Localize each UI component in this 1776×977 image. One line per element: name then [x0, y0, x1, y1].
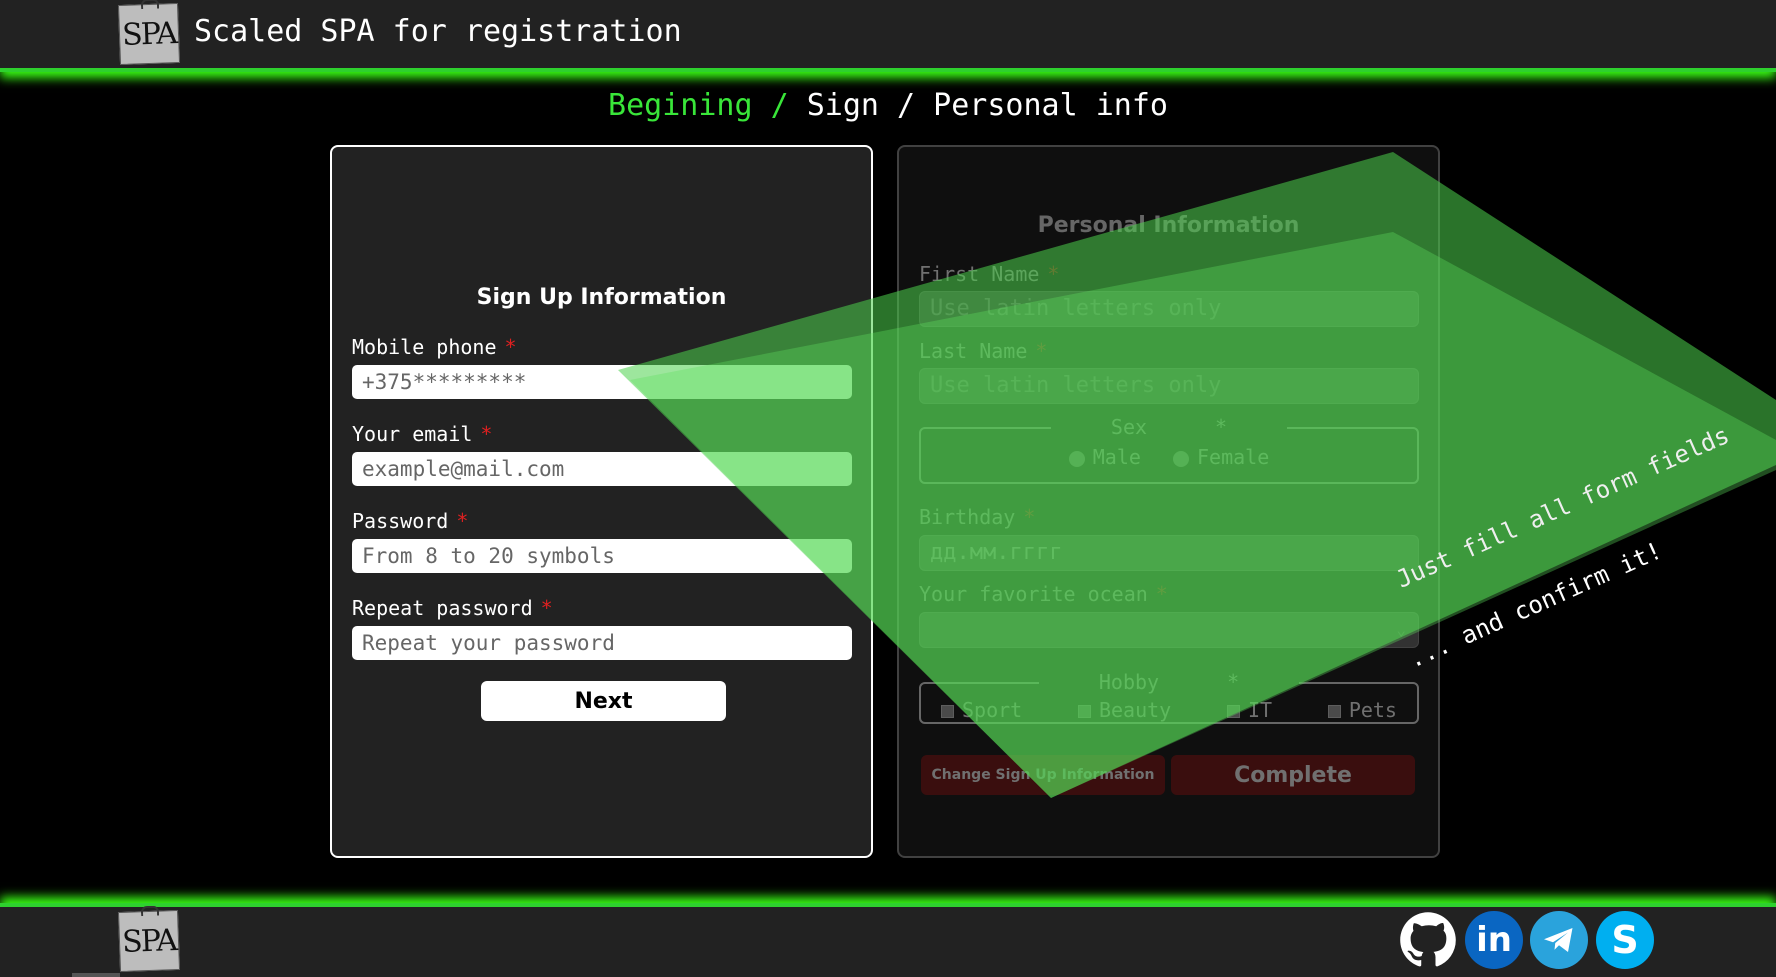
first-name-label-text: First Name [919, 262, 1040, 286]
breadcrumb: Begining / Sign / Personal info [0, 88, 1776, 123]
breadcrumb-separator: / [897, 88, 916, 123]
hobby-pets-option[interactable]: Pets [1327, 698, 1397, 722]
required-mark: * [1185, 415, 1258, 439]
checkbox-icon [1226, 705, 1240, 718]
hobby-it-label: IT [1247, 698, 1273, 722]
personal-info-panel: Personal Information First Name * Use lat… [897, 145, 1440, 858]
signup-panel: Sign Up Information Mobile phone * Your e… [330, 145, 873, 858]
email-label: Your email * [352, 422, 492, 446]
mobile-phone-label: Mobile phone * [352, 335, 517, 359]
hobby-legend-text: Hobby [1068, 670, 1190, 694]
radio-icon [1068, 450, 1085, 467]
required-mark: * [1197, 670, 1270, 694]
first-name-label: First Name * [919, 262, 1059, 286]
password-input[interactable] [352, 539, 852, 573]
required-mark: * [504, 335, 517, 359]
password-label: Password * [352, 509, 468, 533]
telegram-icon[interactable] [1530, 911, 1588, 969]
ocean-label-text: Your favorite ocean [919, 582, 1148, 606]
overlay-hint-line1: Just fill all form fields [1392, 421, 1734, 594]
radio-icon [1172, 450, 1189, 467]
sex-female-label: Female [1196, 445, 1270, 469]
breadcrumb-personal-info[interactable]: Personal info [933, 88, 1168, 123]
sex-fieldset: Sex * Male Female [919, 415, 1419, 484]
hobby-fieldset: Hobby * Sport Beauty IT Pets [919, 670, 1419, 724]
sex-female-option[interactable]: Female [1172, 445, 1270, 469]
hobby-pets-label: Pets [1348, 698, 1397, 722]
ocean-label: Your favorite ocean * [919, 582, 1168, 606]
sex-male-label: Male [1092, 445, 1141, 469]
hobby-legend: Hobby * [921, 670, 1417, 694]
sex-male-option[interactable]: Male [1068, 445, 1141, 469]
signup-title: Sign Up Information [476, 285, 727, 310]
birthday-input[interactable]: дд.мм.гггг [919, 535, 1419, 571]
required-mark: * [1023, 505, 1036, 529]
linkedin-icon[interactable]: in [1465, 911, 1523, 969]
hobby-it-option[interactable]: IT [1226, 698, 1273, 722]
hobby-beauty-label: Beauty [1098, 698, 1172, 722]
required-mark: * [456, 509, 469, 533]
app-footer: SPA in S [0, 903, 1776, 977]
logo-text: SPA [121, 15, 177, 53]
footer-divider [72, 973, 120, 977]
complete-button[interactable]: Complete [1171, 755, 1415, 795]
required-mark: * [1155, 582, 1168, 606]
app-header: SPA Scaled SPA for registration [0, 0, 1776, 72]
last-name-label: Last Name * [919, 339, 1047, 363]
required-mark: * [1047, 262, 1060, 286]
required-mark: * [540, 596, 553, 620]
birthday-label-text: Birthday [919, 505, 1016, 529]
hint-overlay-plane [618, 152, 1776, 798]
mobile-phone-input[interactable] [352, 365, 852, 399]
first-name-input[interactable]: Use latin letters only [919, 291, 1419, 327]
app-title: Scaled SPA for registration [194, 14, 682, 49]
breadcrumb-separator: / [770, 88, 789, 123]
checkbox-icon [1327, 705, 1341, 718]
sex-legend-text: Sex [1080, 415, 1178, 439]
sex-legend: Sex * [921, 415, 1417, 439]
email-label-text: Your email [352, 422, 473, 446]
required-mark: * [1035, 339, 1048, 363]
change-signup-button[interactable]: Change Sign Up Information [921, 755, 1165, 795]
next-button[interactable]: Next [481, 681, 726, 721]
personal-title: Personal Information [1037, 213, 1300, 238]
footer-logo[interactable]: SPA [117, 909, 181, 973]
chevron-down-icon: ⌄ [1396, 620, 1406, 639]
skype-icon[interactable]: S [1596, 911, 1654, 969]
last-name-input[interactable]: Use latin letters only [919, 368, 1419, 404]
breadcrumb-sign[interactable]: Sign [807, 88, 879, 123]
repeat-password-label: Repeat password * [352, 596, 553, 620]
mobile-phone-label-text: Mobile phone [352, 335, 497, 359]
ocean-select[interactable]: ⌄ [919, 612, 1419, 648]
github-icon[interactable] [1399, 911, 1457, 969]
breadcrumb-begining[interactable]: Begining [608, 88, 753, 123]
hobby-beauty-option[interactable]: Beauty [1077, 698, 1172, 722]
last-name-label-text: Last Name [919, 339, 1028, 363]
repeat-password-input[interactable] [352, 626, 852, 660]
hobby-sport-label: Sport [962, 698, 1023, 722]
email-input[interactable] [352, 452, 852, 486]
password-label-text: Password [352, 509, 449, 533]
logo-text: SPA [121, 922, 177, 960]
required-mark: * [480, 422, 493, 446]
checkbox-icon [1077, 705, 1091, 718]
app-logo[interactable]: SPA [117, 2, 181, 66]
checkbox-icon [941, 705, 954, 718]
repeat-password-label-text: Repeat password [352, 596, 533, 620]
birthday-label: Birthday * [919, 505, 1035, 529]
hobby-sport-option[interactable]: Sport [941, 698, 1022, 722]
